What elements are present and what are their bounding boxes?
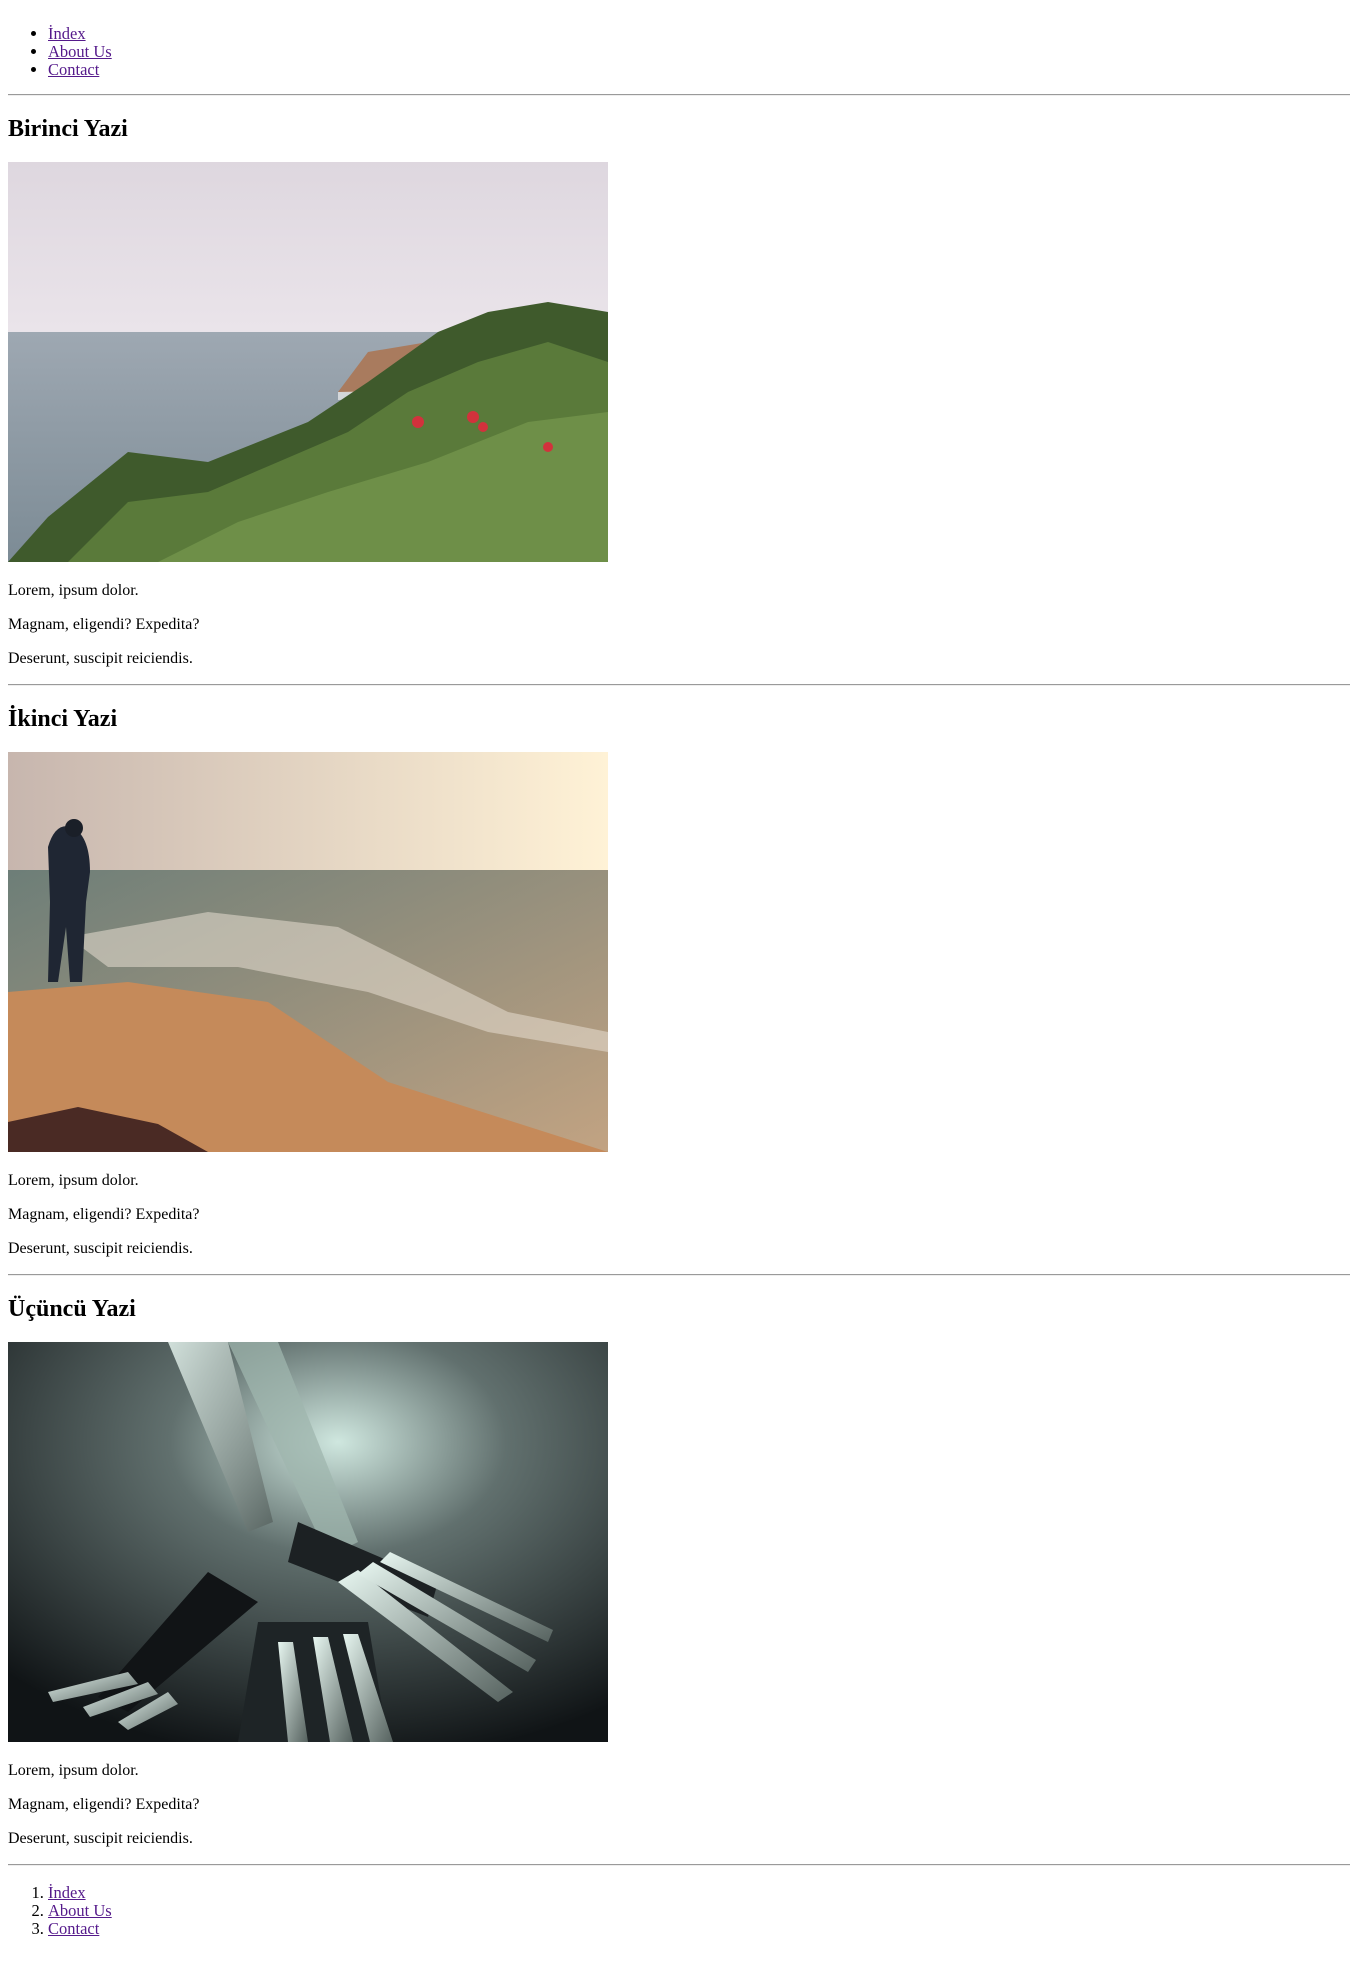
footer-nav-item-contact: Contact — [48, 1920, 112, 1938]
post-paragraph: Magnam, eligendi? Expedita? — [8, 616, 200, 633]
footer-nav-link-contact[interactable]: Contact — [48, 1919, 99, 1938]
post-image-fisherman — [8, 752, 608, 1152]
nav-link-about[interactable]: About Us — [48, 42, 112, 61]
post-title: İkinci Yazi — [8, 706, 118, 732]
footer-nav-list: İndex About Us Contact — [8, 1884, 112, 1938]
nav-link-contact[interactable]: Contact — [48, 60, 99, 79]
footer-nav-item-about: About Us — [48, 1902, 112, 1920]
nav-link-index[interactable]: İndex — [48, 24, 86, 43]
divider — [8, 1274, 1350, 1276]
footer-nav-link-about[interactable]: About Us — [48, 1901, 112, 1920]
divider — [8, 94, 1350, 96]
post-title: Birinci Yazi — [8, 116, 128, 142]
post-image-coastline — [8, 162, 608, 562]
post-paragraph: Magnam, eligendi? Expedita? — [8, 1796, 200, 1813]
nav-item-about: About Us — [48, 43, 112, 61]
divider — [8, 684, 1350, 686]
footer-nav-link-index[interactable]: İndex — [48, 1883, 86, 1902]
post-paragraph: Deserunt, suscipit reiciendis. — [8, 1830, 193, 1847]
post-image-forks — [8, 1342, 608, 1742]
footer-nav-item-index: İndex — [48, 1884, 112, 1902]
post-title: Üçüncü Yazi — [8, 1296, 136, 1322]
post-paragraph: Deserunt, suscipit reiciendis. — [8, 1240, 193, 1257]
page: İndex About Us Contact Birinci Yazi — [0, 0, 1360, 1962]
post-paragraph: Lorem, ipsum dolor. — [8, 1762, 139, 1779]
post-paragraph: Lorem, ipsum dolor. — [8, 582, 139, 599]
divider — [8, 1864, 1350, 1866]
top-nav-list: İndex About Us Contact — [8, 25, 112, 79]
post-paragraph: Deserunt, suscipit reiciendis. — [8, 650, 193, 667]
nav-item-index: İndex — [48, 25, 112, 43]
nav-item-contact: Contact — [48, 61, 112, 79]
post-paragraph: Magnam, eligendi? Expedita? — [8, 1206, 200, 1223]
post-paragraph: Lorem, ipsum dolor. — [8, 1172, 139, 1189]
